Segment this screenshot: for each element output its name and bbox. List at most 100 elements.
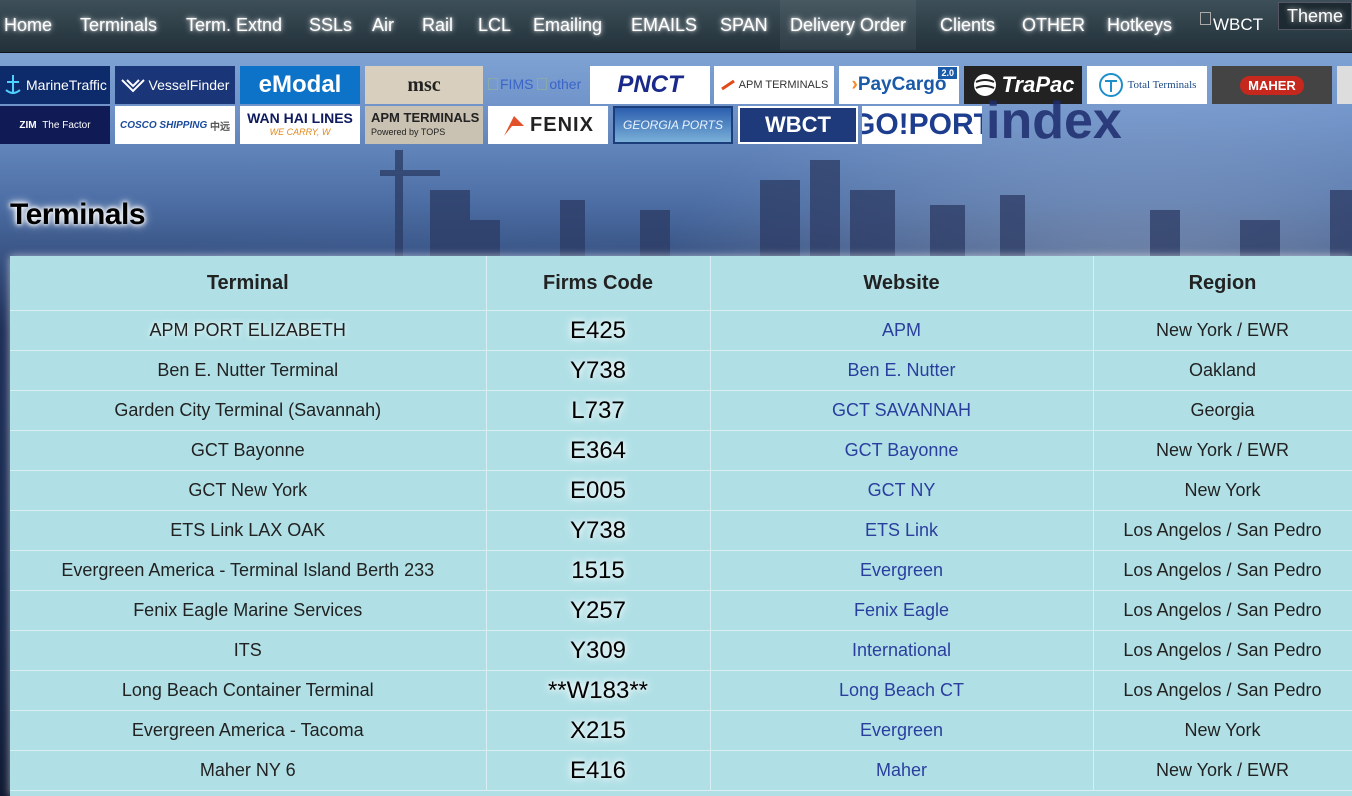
maher-logo[interactable]: MAHER bbox=[1212, 66, 1332, 104]
region: New York / EWR bbox=[1093, 430, 1352, 471]
website-link[interactable]: International bbox=[710, 630, 1094, 671]
partial-logo[interactable] bbox=[1337, 66, 1352, 104]
table-row: Fenix Eagle Marine Services Y257 Fenix E… bbox=[10, 590, 1352, 631]
website-link[interactable]: GCT SAVANNAH bbox=[710, 390, 1094, 431]
broken-image-icon bbox=[488, 78, 498, 90]
region: Georgia bbox=[1093, 390, 1352, 431]
fims-broken-image[interactable]: FIMS other bbox=[488, 72, 588, 96]
website-link[interactable]: ETS Link bbox=[710, 510, 1094, 551]
website-link[interactable]: Maher bbox=[710, 750, 1094, 791]
nav-emails[interactable]: EMAILS bbox=[627, 0, 701, 50]
goport-logo[interactable]: GO!PORT bbox=[862, 106, 982, 144]
marinetraffic-logo[interactable]: MarineTraffic bbox=[0, 66, 110, 104]
table-row: ETS Link LAX OAK Y738 ETS Link Los Angel… bbox=[10, 510, 1352, 551]
firms-code: Y257 bbox=[486, 590, 711, 631]
nav-terminals[interactable]: Terminals bbox=[76, 0, 161, 50]
terminal-name: Evergreen America - Terminal Island Bert… bbox=[10, 550, 487, 591]
apm-terminals-logo[interactable]: APM TERMINALS bbox=[714, 66, 834, 104]
nav-ssls[interactable]: SSLs bbox=[305, 0, 356, 50]
firms-code: **W183** bbox=[486, 670, 711, 711]
nav-hotkeys[interactable]: Hotkeys bbox=[1103, 0, 1176, 50]
table-row: APM PORT ELIZABETH E425 APM New York / E… bbox=[10, 310, 1352, 351]
terminal-name: Fenix Eagle Marine Services bbox=[10, 590, 487, 631]
nav-emailing[interactable]: Emailing bbox=[529, 0, 606, 50]
skyline-background bbox=[380, 150, 1352, 260]
region: New York / EWR bbox=[1093, 750, 1352, 791]
firms-code: Y738 bbox=[486, 350, 711, 391]
website-link[interactable]: Long Beach CT bbox=[710, 670, 1094, 711]
ship-icon bbox=[5, 75, 21, 94]
website-link[interactable]: Ben E. Nutter bbox=[710, 350, 1094, 391]
apm-tops-logo[interactable]: APM TERMINALS Powered by TOPS bbox=[365, 106, 483, 144]
terminal-name: GCT Bayonne bbox=[10, 430, 487, 471]
globe-icon bbox=[973, 74, 996, 96]
wbct-broken-image[interactable]: WBCT bbox=[1200, 10, 1263, 40]
firms-code: E425 bbox=[486, 310, 711, 351]
firms-code: E364 bbox=[486, 430, 711, 471]
table-row: GCT Bayonne E364 GCT Bayonne New York / … bbox=[10, 430, 1352, 471]
terminal-name: ETS Link LAX OAK bbox=[10, 510, 487, 551]
nav-clients[interactable]: Clients bbox=[936, 0, 999, 50]
background-index-text: index bbox=[986, 98, 1122, 144]
nav-air[interactable]: Air bbox=[368, 0, 398, 50]
nav-lcl[interactable]: LCL bbox=[474, 0, 515, 50]
table-row: Evergreen America - Tacoma X215 Evergree… bbox=[10, 710, 1352, 751]
website-link[interactable]: GCT Bayonne bbox=[710, 430, 1094, 471]
column-header-website[interactable]: Website bbox=[710, 256, 1094, 311]
nav-other[interactable]: OTHER bbox=[1018, 0, 1089, 50]
vesselfinder-logo[interactable]: VesselFinder bbox=[115, 66, 235, 104]
terminal-name: Evergreen America - Tacoma bbox=[10, 710, 487, 751]
zim-logo[interactable]: ZIM The Factor bbox=[0, 106, 110, 144]
nav-span[interactable]: SPAN bbox=[716, 0, 772, 50]
vessel-icon bbox=[120, 79, 145, 93]
wan-hai-logo[interactable]: WAN HAI LINES WE CARRY, W bbox=[240, 106, 360, 144]
region: Los Angelos / San Pedro bbox=[1093, 510, 1352, 551]
column-header-terminal[interactable]: Terminal bbox=[10, 256, 487, 311]
terminal-name: Maher NY 6 bbox=[10, 750, 487, 791]
table-row: GCT New York E005 GCT NY New York bbox=[10, 470, 1352, 511]
emodal-logo[interactable]: eModal bbox=[240, 66, 360, 104]
firms-code: L737 bbox=[486, 390, 711, 431]
terminal-name: GCT New York bbox=[10, 470, 487, 511]
theme-button[interactable]: Theme bbox=[1278, 2, 1352, 30]
firms-code: 1515 bbox=[486, 550, 711, 591]
terminal-name: ITS bbox=[10, 630, 487, 671]
terminal-name: Garden City Terminal (Savannah) bbox=[10, 390, 487, 431]
table-header-row: Terminal Firms Code Website Region bbox=[10, 256, 1352, 311]
region: New York / EWR bbox=[1093, 310, 1352, 351]
top-navbar: Home Terminals Term. Extnd SSLs Air Rail… bbox=[0, 0, 1352, 53]
pnct-logo[interactable]: PNCT bbox=[590, 66, 710, 104]
terminal-name: APM PORT ELIZABETH bbox=[10, 310, 487, 351]
wbct-logo[interactable]: WBCT bbox=[738, 106, 858, 144]
msc-logo[interactable]: msc bbox=[365, 66, 483, 104]
firms-code: Y309 bbox=[486, 630, 711, 671]
website-link[interactable]: APM bbox=[710, 310, 1094, 351]
website-link[interactable]: Evergreen bbox=[710, 550, 1094, 591]
table-row: Garden City Terminal (Savannah) L737 GCT… bbox=[10, 390, 1352, 431]
column-header-region[interactable]: Region bbox=[1093, 256, 1352, 311]
terminal-name: Ben E. Nutter Terminal bbox=[10, 350, 487, 391]
apm-star-icon bbox=[720, 79, 735, 91]
cosco-logo[interactable]: COSCO SHIPPING 中远 bbox=[115, 106, 235, 144]
paycargo-logo[interactable]: › PayCargo 2.0 bbox=[839, 66, 959, 104]
table-row: Evergreen America - Terminal Island Bert… bbox=[10, 550, 1352, 591]
table-row: Long Beach Container Terminal **W183** L… bbox=[10, 670, 1352, 711]
website-link[interactable]: GCT NY bbox=[710, 470, 1094, 511]
region: Oakland bbox=[1093, 350, 1352, 391]
fenix-logo[interactable]: FENIX bbox=[488, 106, 608, 144]
column-header-firms-code[interactable]: Firms Code bbox=[486, 256, 711, 311]
nav-home[interactable]: Home bbox=[0, 0, 56, 50]
website-link[interactable]: Evergreen bbox=[710, 710, 1094, 751]
page-title: Terminals bbox=[10, 198, 146, 231]
region: New York bbox=[1093, 710, 1352, 751]
firms-code: E005 bbox=[486, 470, 711, 511]
firms-code: Y738 bbox=[486, 510, 711, 551]
georgia-ports-logo[interactable]: GEORGIA PORTS bbox=[613, 106, 733, 144]
website-link[interactable]: Fenix Eagle bbox=[710, 590, 1094, 631]
nav-term-extnd[interactable]: Term. Extnd bbox=[182, 0, 286, 50]
nav-rail[interactable]: Rail bbox=[418, 0, 457, 50]
table-row: Maher NY 6 E416 Maher New York / EWR bbox=[10, 750, 1352, 791]
terminal-name: Long Beach Container Terminal bbox=[10, 670, 487, 711]
region: Los Angelos / San Pedro bbox=[1093, 630, 1352, 671]
nav-delivery-order[interactable]: Delivery Order bbox=[780, 0, 917, 50]
